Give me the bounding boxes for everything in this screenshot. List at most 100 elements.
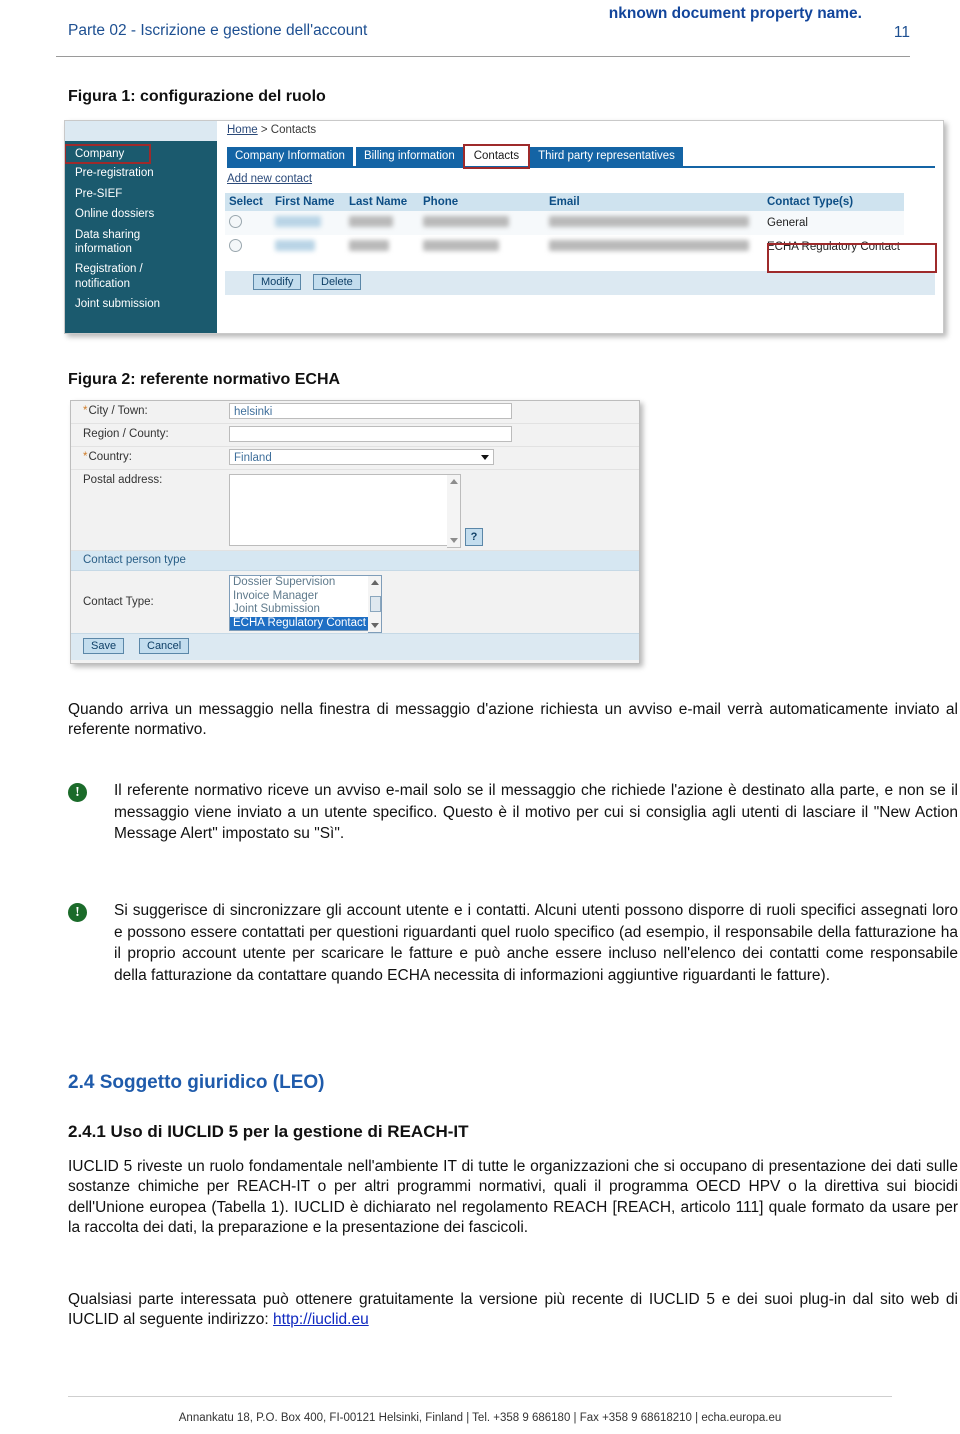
cell-first-name bbox=[271, 211, 345, 235]
cell-first-name bbox=[271, 235, 345, 259]
info-exclamation-icon: ! bbox=[68, 783, 87, 802]
fig1-tab-row: Company Information Billing information … bbox=[227, 144, 686, 169]
form-row-postal-address: Postal address: ? bbox=[71, 470, 639, 551]
list-item[interactable]: Joint Submission bbox=[230, 603, 369, 617]
sidebar-item-online-dossiers[interactable]: Online dossiers bbox=[65, 204, 217, 224]
scrollbar-thumb[interactable] bbox=[370, 596, 381, 612]
label-postal-address: Postal address: bbox=[83, 474, 163, 486]
intro-paragraph: Quando arriva un messaggio nella finestr… bbox=[68, 701, 958, 739]
note-1-text: Il referente normativo riceve un avviso … bbox=[114, 782, 958, 843]
scroll-up-icon[interactable] bbox=[450, 479, 458, 484]
fig2-button-row: Save Cancel bbox=[71, 633, 639, 660]
breadcrumb-separator: > bbox=[257, 124, 271, 136]
footer-divider bbox=[68, 1396, 892, 1397]
contact-type-scrollbar[interactable] bbox=[368, 575, 382, 633]
table-row[interactable]: ECHA Regulatory Contact bbox=[225, 235, 904, 259]
tab-billing-information[interactable]: Billing information bbox=[355, 147, 463, 166]
paragraph-iuclid: IUCLID 5 riveste un ruolo fondamentale n… bbox=[68, 1158, 958, 1237]
label-text: Country: bbox=[88, 451, 132, 463]
list-item-selected[interactable]: ECHA Regulatory Contact bbox=[230, 616, 369, 630]
contact-type-listbox[interactable]: Dossier Supervision Invoice Manager Join… bbox=[229, 575, 370, 631]
save-button[interactable]: Save bbox=[83, 638, 125, 654]
label-city-town: *City / Town: bbox=[83, 405, 148, 417]
scroll-down-icon[interactable] bbox=[371, 623, 379, 628]
figure-2-screenshot: *City / Town: helsinki Region / County: … bbox=[70, 400, 640, 664]
header-right-title: nknown document property name. bbox=[608, 5, 862, 22]
modify-button[interactable]: Modify bbox=[253, 274, 302, 290]
radio-button-icon[interactable] bbox=[229, 239, 242, 252]
label-contact-type: Contact Type: bbox=[83, 596, 154, 608]
cell-contact-type: General bbox=[763, 211, 904, 235]
cell-contact-type: ECHA Regulatory Contact bbox=[763, 235, 904, 259]
fig1-main-panel: Home > Contacts Company Information Bill… bbox=[217, 121, 943, 333]
figure-1-caption: Figura 1: configurazione del ruolo bbox=[68, 88, 326, 105]
redacted-value bbox=[349, 240, 389, 251]
redacted-value bbox=[549, 240, 749, 251]
tab-third-party-representatives[interactable]: Third party representatives bbox=[530, 147, 683, 166]
sidebar-item-pre-sief[interactable]: Pre-SIEF bbox=[65, 184, 217, 204]
sidebar-item-company[interactable]: Company bbox=[65, 143, 152, 165]
redacted-value bbox=[423, 216, 509, 227]
redacted-value bbox=[349, 216, 393, 227]
tab-company-information[interactable]: Company Information bbox=[227, 147, 353, 166]
cell-email bbox=[545, 235, 763, 259]
tab-contacts[interactable]: Contacts bbox=[462, 144, 531, 169]
column-header-phone: Phone bbox=[419, 193, 545, 211]
cell-phone bbox=[419, 235, 545, 259]
column-header-email: Email bbox=[545, 193, 763, 211]
postal-address-scrollbar[interactable] bbox=[447, 474, 461, 548]
list-item[interactable]: Invoice Manager bbox=[230, 590, 369, 604]
cell-last-name bbox=[345, 211, 419, 235]
form-row-region: Region / County: bbox=[71, 424, 639, 447]
page-number: 11 bbox=[893, 24, 910, 41]
breadcrumb-home-link[interactable]: Home bbox=[227, 124, 258, 136]
sidebar-item-joint-submission[interactable]: Joint submission bbox=[65, 294, 217, 314]
table-row[interactable]: General bbox=[225, 211, 904, 235]
page-header: Parte 02 - Iscrizione e gestione dell'ac… bbox=[0, 0, 960, 57]
label-text: City / Town: bbox=[88, 405, 148, 417]
scroll-up-icon[interactable] bbox=[371, 580, 379, 585]
list-item[interactable]: Dossier Supervision bbox=[230, 576, 369, 590]
scroll-down-icon[interactable] bbox=[450, 538, 458, 543]
note-2-text: Si suggerisce di sincronizzare gli accou… bbox=[114, 902, 958, 984]
sidebar-item-registration-notification[interactable]: Registration / notification bbox=[65, 259, 171, 294]
breadcrumb: Home > Contacts bbox=[227, 124, 316, 136]
redacted-value bbox=[275, 216, 321, 227]
column-header-first-name: First Name bbox=[271, 193, 345, 211]
row-select-radio-cell[interactable] bbox=[225, 235, 271, 259]
sidebar-item-pre-registration[interactable]: Pre-registration bbox=[65, 163, 217, 183]
breadcrumb-current: Contacts bbox=[270, 124, 317, 136]
form-row-country: *Country: Finland bbox=[71, 447, 639, 470]
contacts-table: Select First Name Last Name Phone Email … bbox=[225, 193, 904, 259]
heading-2-4-1: 2.4.1 Uso di IUCLID 5 per la gestione di… bbox=[68, 1122, 469, 1141]
row-select-radio-cell[interactable] bbox=[225, 211, 271, 235]
chevron-down-icon[interactable] bbox=[481, 455, 489, 460]
table-header-row: Select First Name Last Name Phone Email … bbox=[225, 193, 904, 211]
country-selected-value: Finland bbox=[234, 452, 272, 464]
sidebar-item-data-sharing-information[interactable]: Data sharing information bbox=[65, 225, 171, 260]
cancel-button[interactable]: Cancel bbox=[139, 638, 190, 654]
country-select[interactable]: Finland bbox=[229, 449, 494, 465]
column-header-last-name: Last Name bbox=[345, 193, 419, 211]
redacted-value bbox=[549, 216, 749, 227]
cell-phone bbox=[419, 211, 545, 235]
figure-1-screenshot: Company Pre-registration Pre-SIEF Online… bbox=[64, 120, 944, 334]
add-new-contact-link[interactable]: Add new contact bbox=[227, 173, 312, 185]
figure-2-caption: Figura 2: referente normativo ECHA bbox=[68, 371, 341, 388]
postal-address-textarea[interactable] bbox=[229, 474, 449, 546]
heading-2-4: 2.4 Soggetto giuridico (LEO) bbox=[68, 1072, 325, 1093]
header-left-title: Parte 02 - Iscrizione e gestione dell'ac… bbox=[68, 22, 368, 39]
help-button[interactable]: ? bbox=[465, 528, 483, 546]
delete-button[interactable]: Delete bbox=[313, 274, 361, 290]
fig1-sidebar-nav: Company Pre-registration Pre-SIEF Online… bbox=[65, 141, 217, 333]
required-asterisk-icon: * bbox=[83, 451, 88, 463]
region-county-input[interactable] bbox=[229, 426, 512, 442]
section-band-label: Contact person type bbox=[83, 554, 186, 566]
info-exclamation-icon: ! bbox=[68, 903, 87, 922]
iuclid-website-link[interactable]: http://iuclid.eu bbox=[273, 1311, 369, 1328]
required-asterisk-icon: * bbox=[83, 405, 88, 417]
city-town-input[interactable]: helsinki bbox=[229, 403, 512, 419]
label-region-county: Region / County: bbox=[83, 428, 169, 440]
form-row-contact-type: Contact Type: Dossier Supervision Invoic… bbox=[71, 571, 639, 633]
radio-button-icon[interactable] bbox=[229, 215, 242, 228]
